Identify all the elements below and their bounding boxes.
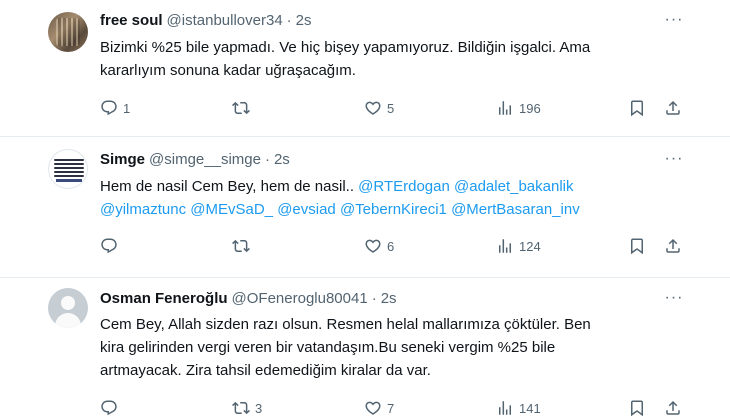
share-icon xyxy=(664,99,682,117)
tweet-text-line: @yilmaztunc @MEvSaD_ @evsiad @TebernKire… xyxy=(100,198,690,221)
tweet-text-line: Hem de nasil Cem Bey, hem de nasil.. @RT… xyxy=(100,175,690,198)
like-button[interactable]: 7 xyxy=(364,396,394,420)
share-button[interactable] xyxy=(664,96,682,120)
heart-icon xyxy=(364,237,382,255)
mention-link[interactable]: @adalet_bakanlik xyxy=(454,178,573,195)
bookmark-icon xyxy=(628,99,646,117)
mention-link[interactable]: @evsiad xyxy=(277,201,336,218)
like-count: 7 xyxy=(387,400,395,416)
avatar-head xyxy=(61,296,75,310)
timestamp[interactable]: 2s xyxy=(274,151,290,168)
share-icon xyxy=(664,399,682,417)
mention-link[interactable]: @TebernKireci1 xyxy=(340,201,447,218)
retweet-icon xyxy=(232,99,250,117)
reply-button[interactable] xyxy=(100,396,123,420)
share-button[interactable] xyxy=(664,396,682,420)
action-bar: 3 7 141 xyxy=(100,396,690,420)
action-bar: 1 5 196 xyxy=(100,96,690,120)
like-count: 6 xyxy=(387,238,395,254)
bookmark-button[interactable] xyxy=(628,234,646,258)
views-count: 141 xyxy=(519,400,541,416)
views-count: 196 xyxy=(519,100,541,116)
views-button[interactable]: 124 xyxy=(496,234,541,258)
logo-bar xyxy=(56,179,82,182)
tweet-text-line: Bizimki %25 bile yapmadı. Ve hiç bişey y… xyxy=(100,39,591,56)
views-count: 124 xyxy=(519,238,541,254)
separator-dot: · xyxy=(264,150,270,168)
avatar[interactable] xyxy=(48,288,88,328)
bookmark-icon xyxy=(628,399,646,417)
reply-icon xyxy=(100,237,118,255)
display-name[interactable]: Simge xyxy=(100,151,145,168)
display-name[interactable]: Osman Feneroğlu xyxy=(100,290,228,307)
retweet-count: 3 xyxy=(255,400,263,416)
retweet-button[interactable] xyxy=(232,234,255,258)
tweet[interactable]: free soul @istanbullover34 · 2s ··· Bizi… xyxy=(0,0,730,136)
mention-link[interactable]: @MertBasaran_inv xyxy=(451,201,580,218)
tweet-header: Simge @simge__simge · 2s xyxy=(100,149,290,169)
retweet-button[interactable]: 3 xyxy=(232,396,262,420)
tweet[interactable]: Osman Feneroğlu @OFeneroglu80041 · 2s ··… xyxy=(0,278,730,420)
tweet-text: Hem de nasil Cem Bey, hem de nasil.. @RT… xyxy=(100,175,690,221)
user-handle[interactable]: @simge__simge xyxy=(149,151,261,168)
action-bar: 6 124 xyxy=(100,234,690,258)
views-button[interactable]: 141 xyxy=(496,396,541,420)
display-name[interactable]: free soul xyxy=(100,12,163,29)
avatar[interactable] xyxy=(48,12,88,52)
reply-icon xyxy=(100,399,118,417)
separator-dot: · xyxy=(371,289,377,307)
tweet-text-line: artmayacak. Zira tahsil edemediğim kiral… xyxy=(100,362,431,379)
bookmark-button[interactable] xyxy=(628,96,646,120)
more-options-icon[interactable]: ··· xyxy=(664,288,684,308)
like-button[interactable]: 5 xyxy=(364,96,394,120)
avatar[interactable] xyxy=(48,149,88,189)
user-handle[interactable]: @OFeneroglu80041 xyxy=(232,290,368,307)
tweet-text-line: Cem Bey, Allah sizden razı olsun. Resmen… xyxy=(100,316,591,333)
tweet-text: Cem Bey, Allah sizden razı olsun. Resmen… xyxy=(100,313,690,382)
retweet-icon xyxy=(232,237,250,255)
logo-lines xyxy=(54,159,84,179)
avatar-body xyxy=(55,313,81,328)
more-options-icon[interactable]: ··· xyxy=(664,149,684,169)
views-icon xyxy=(496,99,514,117)
heart-icon xyxy=(364,399,382,417)
retweet-button[interactable] xyxy=(232,96,255,120)
views-button[interactable]: 196 xyxy=(496,96,541,120)
tweet-text-line: kararlıyım sonuna kadar uğraşacağım. xyxy=(100,62,356,79)
like-count: 5 xyxy=(387,100,395,116)
separator-dot: · xyxy=(286,11,292,29)
timestamp[interactable]: 2s xyxy=(381,290,397,307)
bookmark-icon xyxy=(628,237,646,255)
tweet-text: Bizimki %25 bile yapmadı. Ve hiç bişey y… xyxy=(100,36,690,82)
reply-icon xyxy=(100,99,118,117)
timestamp[interactable]: 2s xyxy=(296,12,312,29)
more-options-icon[interactable]: ··· xyxy=(664,10,684,30)
retweet-icon xyxy=(232,399,250,417)
views-icon xyxy=(496,399,514,417)
reply-button[interactable] xyxy=(100,234,123,258)
tweet-header: free soul @istanbullover34 · 2s xyxy=(100,10,312,30)
share-icon xyxy=(664,237,682,255)
mention-link[interactable]: @yilmaztunc xyxy=(100,201,186,218)
reply-button[interactable]: 1 xyxy=(100,96,130,120)
views-icon xyxy=(496,237,514,255)
like-button[interactable]: 6 xyxy=(364,234,394,258)
tweet-text-line: kira gelirinden vergi veren bir vatandaş… xyxy=(100,339,556,356)
mention-link[interactable]: @MEvSaD_ xyxy=(190,201,273,218)
share-button[interactable] xyxy=(664,234,682,258)
mention-link[interactable]: @RTErdogan xyxy=(358,178,450,195)
reply-count: 1 xyxy=(123,100,131,116)
bookmark-button[interactable] xyxy=(628,396,646,420)
heart-icon xyxy=(364,99,382,117)
tweet[interactable]: Simge @simge__simge · 2s ··· Hem de nasi… xyxy=(0,137,730,277)
user-handle[interactable]: @istanbullover34 xyxy=(167,12,283,29)
tweet-text-plain: Hem de nasil Cem Bey, hem de nasil.. xyxy=(100,178,359,195)
tweet-header: Osman Feneroğlu @OFeneroglu80041 · 2s xyxy=(100,288,397,308)
